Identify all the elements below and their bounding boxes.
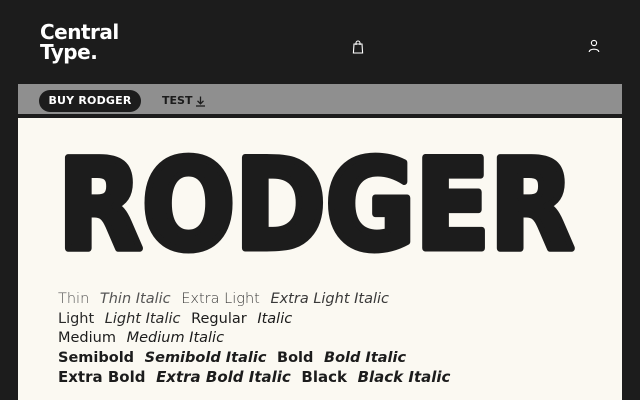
style-extra-bold[interactable]: Extra Bold: [58, 368, 145, 386]
font-name-display: RODGER: [58, 140, 574, 270]
font-action-bar: BUY RODGER TEST: [18, 84, 622, 118]
style-bold-italic[interactable]: Bold Italic: [324, 350, 406, 366]
test-label: TEST: [162, 94, 193, 107]
buy-rodger-button[interactable]: BUY RODGER: [39, 90, 141, 112]
test-download-link[interactable]: TEST: [162, 90, 206, 112]
style-extra-light-italic[interactable]: Extra Light Italic: [270, 291, 389, 307]
style-light-italic[interactable]: Light Italic: [105, 311, 181, 327]
style-row: Medium Medium Italic: [58, 329, 618, 349]
style-italic[interactable]: Italic: [257, 311, 292, 327]
style-thin[interactable]: Thin: [58, 291, 89, 307]
logo-line-2: Type.: [40, 40, 98, 64]
logo-line-1: Central: [40, 20, 119, 44]
style-row: Semibold Semibold Italic Bold Bold Itali…: [58, 349, 618, 369]
style-light[interactable]: Light: [58, 311, 94, 327]
download-icon: [196, 96, 206, 107]
style-medium[interactable]: Medium: [58, 330, 116, 346]
style-black-italic[interactable]: Black Italic: [358, 368, 451, 386]
page-frame: Central Type. BUY RODGER TEST RODGER Thi…: [18, 12, 622, 400]
user-icon[interactable]: [588, 39, 600, 53]
style-black[interactable]: Black: [301, 368, 347, 386]
style-row: Extra Bold Extra Bold Italic Black Black…: [58, 368, 618, 389]
font-style-list: Thin Thin Italic Extra Light Extra Light…: [58, 290, 618, 389]
style-semibold[interactable]: Semibold: [58, 350, 134, 366]
style-extra-bold-italic[interactable]: Extra Bold Italic: [156, 368, 291, 386]
style-row: Thin Thin Italic Extra Light Extra Light…: [58, 290, 618, 310]
bag-icon[interactable]: [352, 40, 364, 54]
style-extra-light[interactable]: Extra Light: [181, 291, 260, 307]
central-type-logo[interactable]: Central Type.: [40, 22, 119, 62]
style-row: Light Light Italic Regular Italic: [58, 310, 618, 330]
site-header: Central Type.: [18, 12, 622, 84]
style-regular[interactable]: Regular: [191, 311, 247, 327]
style-thin-italic[interactable]: Thin Italic: [100, 291, 171, 307]
style-semibold-italic[interactable]: Semibold Italic: [145, 350, 267, 366]
font-specimen-hero: RODGER: [58, 140, 578, 270]
style-bold[interactable]: Bold: [277, 350, 313, 366]
style-medium-italic[interactable]: Medium Italic: [127, 330, 224, 346]
